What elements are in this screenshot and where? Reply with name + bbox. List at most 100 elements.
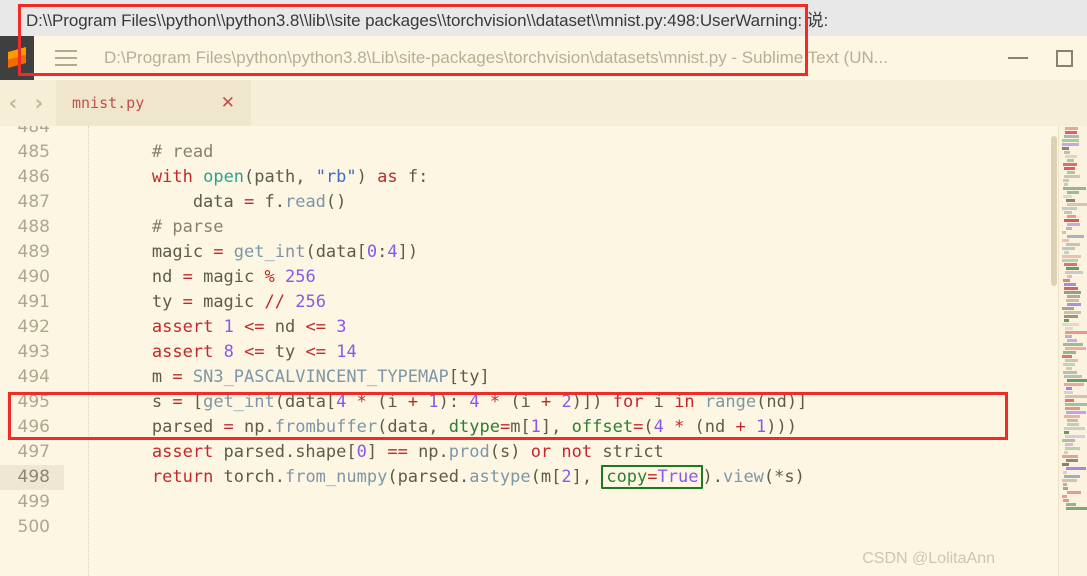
minimap-line xyxy=(1064,319,1069,322)
minimap-line xyxy=(1064,135,1079,138)
code-token: return xyxy=(151,467,214,487)
maximize-button[interactable] xyxy=(1041,36,1087,80)
minimap-line xyxy=(1062,259,1078,262)
code-line[interactable]: 494 m = SN3_PASCALVINCENT_TYPEMAP[ty] xyxy=(0,365,1087,390)
code-token: + xyxy=(407,392,419,412)
minimap-line xyxy=(1062,323,1079,326)
code-token: = xyxy=(633,417,644,437)
minimap-line xyxy=(1066,199,1075,202)
tab-close-icon[interactable]: ✕ xyxy=(221,93,235,113)
tab-next-arrow-icon[interactable]: › xyxy=(26,80,52,126)
minimap-line xyxy=(1064,391,1073,394)
minimap-line xyxy=(1064,183,1068,186)
minimap-line xyxy=(1064,263,1077,266)
tab-mnist-py[interactable]: mnist.py ✕ xyxy=(56,80,251,126)
minimap-line xyxy=(1063,371,1077,374)
code-token: not xyxy=(561,442,593,462)
code-line[interactable]: 486 with open(path, "rb") as f: xyxy=(0,165,1087,190)
code-token: i xyxy=(643,392,675,412)
code-minimap[interactable] xyxy=(1058,126,1087,576)
minimap-line xyxy=(1065,447,1080,450)
code-token: np. xyxy=(407,442,449,462)
minimap-line xyxy=(1062,139,1079,142)
line-number: 485 xyxy=(17,142,50,162)
code-token: <= xyxy=(244,342,265,362)
minimap-line xyxy=(1067,171,1075,174)
code-token: copy xyxy=(606,467,648,487)
code-line[interactable]: 500 xyxy=(0,515,1087,540)
code-line[interactable]: 499 xyxy=(0,490,1087,515)
code-token: () xyxy=(325,192,347,212)
minimap-line xyxy=(1065,395,1087,398)
code-line[interactable]: 485 # read xyxy=(0,140,1087,165)
code-line[interactable]: 491 ty = magic // 256 xyxy=(0,290,1087,315)
minimap-line xyxy=(1067,419,1078,422)
code-token: 4 xyxy=(336,392,347,412)
code-token: open xyxy=(203,167,245,187)
code-token: // xyxy=(264,292,285,312)
code-line[interactable]: 490 nd = magic % 256 xyxy=(0,265,1087,290)
code-line[interactable]: 497 assert parsed.shape[0] == np.prod(s)… xyxy=(0,440,1087,465)
code-token: = xyxy=(244,192,255,212)
code-line[interactable]: 487 data = f.read() xyxy=(0,190,1087,215)
minimap-line xyxy=(1065,335,1072,338)
code-editor[interactable]: 484 485 # read 486 with open(path, "rb") a… xyxy=(0,126,1087,576)
code-line-text xyxy=(64,515,70,540)
tab-label: mnist.py xyxy=(72,94,145,112)
minimap-line xyxy=(1065,443,1073,446)
code-token: for xyxy=(612,392,644,412)
minimap-line xyxy=(1066,299,1079,302)
tab-prev-arrow-icon[interactable]: ‹ xyxy=(0,80,26,126)
code-line[interactable]: 484 xyxy=(0,126,1087,140)
line-number: 489 xyxy=(17,242,50,262)
minimap-line xyxy=(1064,427,1085,430)
code-token: = xyxy=(172,392,183,412)
code-token: ty xyxy=(70,292,183,312)
code-line[interactable]: 498 return torch.from_numpy(parsed.astyp… xyxy=(0,465,1087,490)
minimap-line xyxy=(1066,367,1072,370)
code-line[interactable]: 493 assert 8 <= ty <= 14 xyxy=(0,340,1087,365)
code-line[interactable]: 489 magic = get_int(data[0:4]) xyxy=(0,240,1087,265)
minimap-line xyxy=(1064,451,1068,454)
code-token: offset xyxy=(571,417,634,437)
code-token: m xyxy=(70,367,173,387)
code-token: : xyxy=(377,242,388,262)
line-number: 488 xyxy=(17,217,50,237)
code-token: parsed.shape[ xyxy=(213,442,357,462)
minimap-line xyxy=(1064,415,1080,418)
minimap-line xyxy=(1063,187,1086,190)
code-token: (m[ xyxy=(530,467,562,487)
minimap-line xyxy=(1062,247,1075,250)
code-line[interactable]: 495 s = [get_int(data[4 * (i + 1): 4 * (… xyxy=(0,390,1087,415)
code-token: ty xyxy=(264,342,306,362)
code-token: magic xyxy=(192,292,265,312)
minimap-line xyxy=(1063,483,1067,486)
code-token: (data[ xyxy=(274,392,337,412)
hamburger-menu-icon[interactable] xyxy=(44,36,88,80)
code-token: nd xyxy=(70,267,183,287)
code-line[interactable]: 492 assert 1 <= nd <= 3 xyxy=(0,315,1087,340)
minimap-line xyxy=(1064,175,1080,178)
code-token: or xyxy=(530,442,552,462)
code-line[interactable]: 496 parsed = np.frombuffer(data, dtype=m… xyxy=(0,415,1087,440)
scrollbar-thumb[interactable] xyxy=(1051,136,1057,286)
minimize-button[interactable] xyxy=(995,36,1041,80)
minimap-line xyxy=(1067,379,1087,382)
code-token: == xyxy=(387,442,408,462)
line-number: 498 xyxy=(0,465,64,490)
code-token: = xyxy=(499,417,511,437)
minimap-line xyxy=(1064,315,1078,318)
code-token: = xyxy=(182,292,193,312)
code-token: f: xyxy=(397,167,429,187)
minimap-line xyxy=(1063,351,1076,354)
minimap-line xyxy=(1065,271,1083,274)
code-line[interactable]: 488 # parse xyxy=(0,215,1087,240)
minimap-line xyxy=(1065,403,1087,406)
